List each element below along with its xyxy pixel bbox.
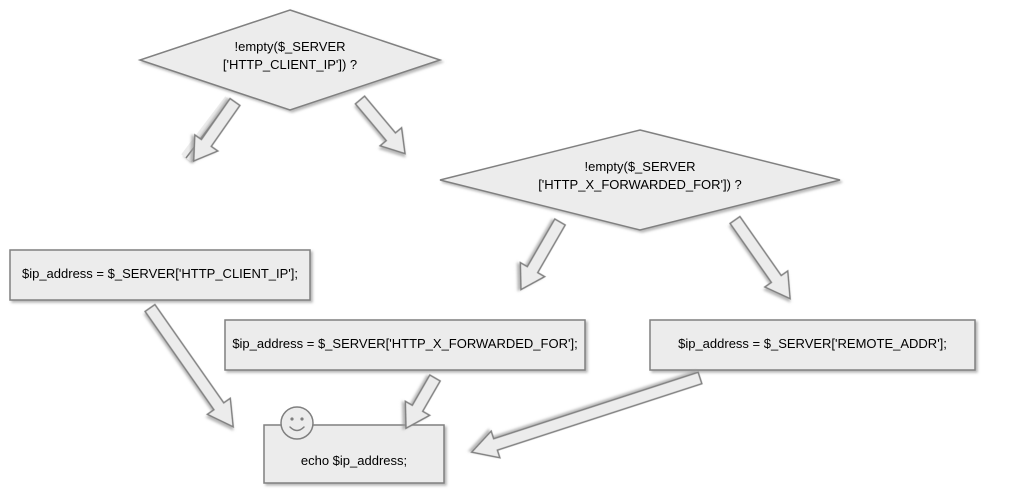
box3-text: $ip_address = $_SERVER['REMOTE_ADDR']; [650,335,975,353]
arrow-3 [509,215,572,297]
box1-text: $ip_address = $_SERVER['HTTP_CLIENT_IP']… [10,265,310,283]
decision2-line1: !empty($_SERVER [520,158,760,176]
process-box-1: $ip_address = $_SERVER['HTTP_CLIENT_IP']… [10,250,310,300]
process-box-3: $ip_address = $_SERVER['REMOTE_ADDR']; [650,320,975,370]
decision2-line2: ['HTTP_X_FORWARDED_FOR']) ? [520,176,760,194]
arrow-4 [724,212,802,307]
box2-text: $ip_address = $_SERVER['HTTP_X_FORWARDED… [225,335,585,353]
process-box-2: $ip_address = $_SERVER['HTTP_X_FORWARDED… [225,320,585,370]
arrow-7 [467,365,704,466]
decision-node-1: !empty($_SERVER ['HTTP_CLIENT_IP']) ? [140,10,440,110]
smiley-icon [281,407,313,439]
decision1-line2: ['HTTP_CLIENT_IP']) ? [180,56,400,74]
arrow-2 [349,91,415,163]
decision-node-2: !empty($_SERVER ['HTTP_X_FORWARDED_FOR']… [440,130,840,230]
box4-text: echo $ip_address; [264,452,444,470]
decision1-line1: !empty($_SERVER [180,38,400,56]
